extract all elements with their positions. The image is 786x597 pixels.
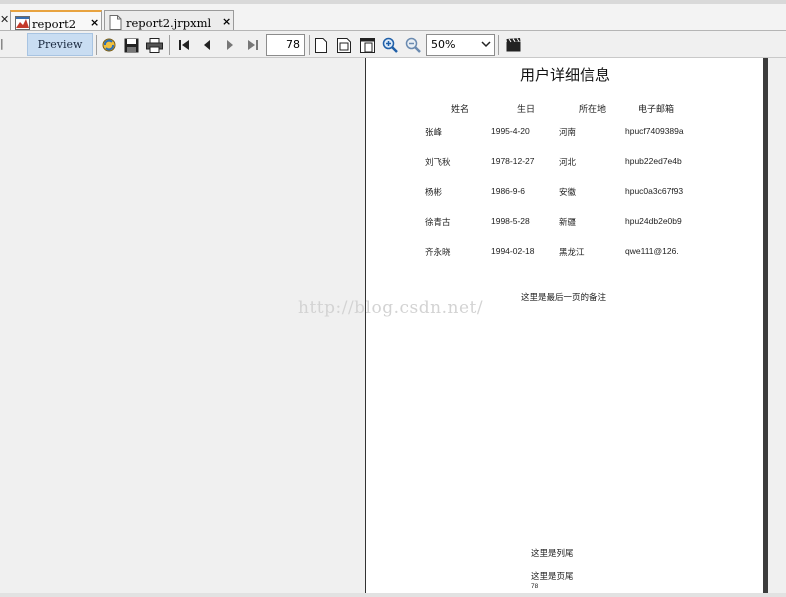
scroll-tabs-left-icon[interactable]: ✕: [0, 13, 9, 26]
cell-email: hpub22ed7e4b: [625, 156, 682, 166]
cell-location: 黑龙江: [559, 248, 585, 258]
prev-page-icon[interactable]: [198, 36, 216, 54]
zoom-select[interactable]: 50%: [426, 34, 495, 56]
preview-toolbar: | Preview 78 50%: [0, 30, 786, 58]
fit-page-icon[interactable]: [335, 36, 353, 54]
zoom-in-icon[interactable]: [381, 36, 399, 54]
print-icon[interactable]: [145, 36, 163, 54]
reload-icon[interactable]: [100, 36, 118, 54]
cell-birthday: 1994-02-18: [491, 246, 535, 256]
next-page-icon[interactable]: [221, 36, 239, 54]
toolbar-separator: [96, 35, 97, 55]
toolbar-separator: [498, 35, 499, 55]
first-page-icon[interactable]: [175, 36, 193, 54]
page-footer: 这里是页尾: [531, 572, 574, 582]
column-footer: 这里是列尾: [531, 549, 574, 559]
cell-email: hpuc0a3c67f93: [625, 186, 684, 196]
cell-location: 河北: [559, 158, 577, 168]
cell-name: 刘飞秋: [425, 158, 451, 168]
cell-location: 河南: [559, 128, 577, 138]
cell-email: hpu24db2e0b9: [625, 216, 682, 226]
chevron-down-icon: [481, 38, 491, 53]
page-number-input[interactable]: 78: [266, 34, 305, 56]
fit-width-icon[interactable]: [358, 36, 376, 54]
column-header-birthday: 生日: [517, 105, 536, 115]
cell-birthday: 1978-12-27: [491, 156, 535, 166]
toolbar-overflow-icon: |: [0, 37, 4, 50]
cell-email: qwe111@126.: [625, 246, 679, 256]
tab-label: report2: [32, 17, 77, 31]
last-page-icon[interactable]: [244, 36, 262, 54]
cell-birthday: 1995-4-20: [491, 126, 530, 136]
cell-name: 杨彬: [425, 188, 443, 198]
toolbar-separator: [309, 35, 310, 55]
cell-email: hpucf7409389a: [625, 126, 684, 136]
cell-location: 新疆: [559, 218, 577, 228]
cell-name: 张峰: [425, 128, 443, 138]
report-title: 用户详细信息: [519, 66, 610, 84]
report-page: 用户详细信息 姓名 生日 所在地 电子邮箱 张峰 1995-4-20 河南 hp…: [365, 58, 763, 594]
editor-tab-strip: ✕ report2 × report2.jrpxml ×: [0, 0, 786, 34]
viewer-scroll-edge: [768, 58, 786, 597]
cell-birthday: 1986-9-6: [491, 186, 526, 196]
tab-label: report2.jrpxml: [126, 16, 212, 30]
toolbar-separator: [169, 35, 170, 55]
actual-size-icon[interactable]: [312, 36, 330, 54]
zoom-out-icon[interactable]: [404, 36, 422, 54]
bottom-edge: [0, 593, 786, 597]
export-icon[interactable]: [504, 36, 522, 54]
cell-location: 安徽: [559, 188, 577, 198]
cell-name: 徐青古: [425, 218, 451, 228]
preview-button[interactable]: Preview: [27, 33, 93, 56]
close-tab-icon[interactable]: ×: [90, 16, 99, 29]
last-page-note: 这里是最后一页的备注: [521, 293, 607, 303]
close-tab-icon[interactable]: ×: [222, 15, 231, 28]
cell-birthday: 1998-5-28: [491, 216, 530, 226]
column-header-email: 电子邮箱: [638, 105, 675, 115]
column-header-name: 姓名: [451, 105, 470, 115]
page-number-footer: 78: [531, 583, 539, 590]
cell-name: 齐永晓: [425, 248, 451, 258]
column-header-location: 所在地: [579, 105, 607, 115]
report-viewer: 用户详细信息 姓名 生日 所在地 电子邮箱 张峰 1995-4-20 河南 hp…: [0, 58, 786, 597]
watermark: http://blog.csdn.net/: [298, 298, 484, 318]
zoom-value: 50%: [431, 38, 456, 51]
save-icon[interactable]: [122, 36, 140, 54]
